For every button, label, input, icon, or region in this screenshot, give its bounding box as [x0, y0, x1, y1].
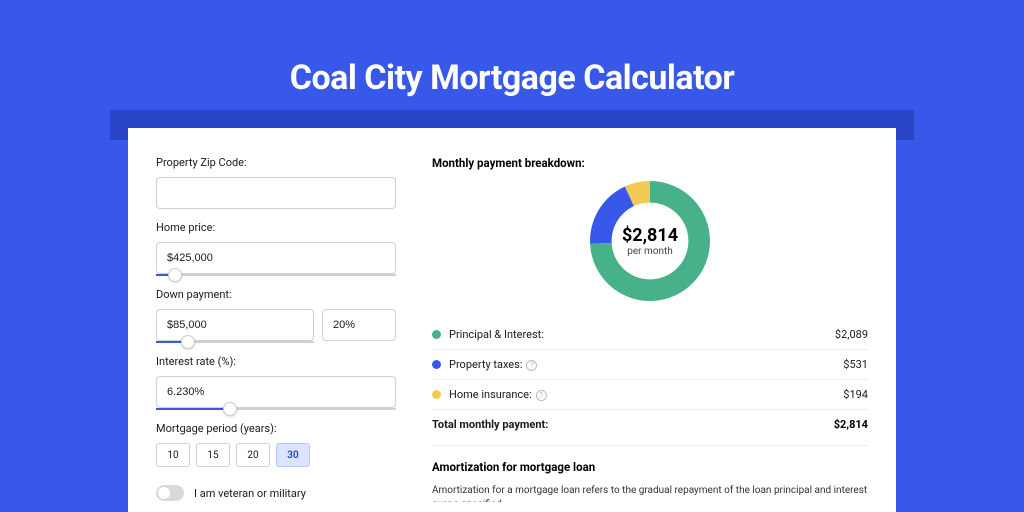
legend-dot — [432, 390, 441, 399]
home-price-slider[interactable] — [156, 274, 396, 276]
breakdown-title: Monthly payment breakdown: — [432, 156, 868, 170]
total-row: Total monthly payment: $2,814 — [432, 409, 868, 439]
zip-label: Property Zip Code: — [156, 156, 396, 169]
interest-rate-slider-fill — [156, 408, 230, 410]
line-item-label: Home insurance:? — [449, 388, 843, 401]
total-value: $2,814 — [834, 418, 868, 431]
total-label: Total monthly payment: — [432, 418, 834, 431]
legend-dot — [432, 360, 441, 369]
period-option-30[interactable]: 30 — [276, 443, 310, 467]
amortization-section: Amortization for mortgage loan Amortizat… — [432, 445, 868, 502]
home-price-field: Home price: — [156, 221, 396, 276]
zip-field: Property Zip Code: — [156, 156, 396, 209]
line-item-value: $531 — [843, 358, 868, 371]
amortization-title: Amortization for mortgage loan — [432, 460, 868, 474]
donut-sub: per month — [627, 246, 673, 257]
mortgage-period-label: Mortgage period (years): — [156, 422, 396, 435]
line-item-pi: Principal & Interest:$2,089 — [432, 320, 868, 349]
calculator-card: Property Zip Code: Home price: Down paym… — [128, 128, 896, 512]
breakdown-donut: $2,814 per month — [585, 176, 715, 306]
veteran-toggle[interactable] — [156, 485, 184, 501]
down-payment-slider-handle[interactable] — [181, 335, 195, 349]
interest-rate-field: Interest rate (%): — [156, 355, 396, 410]
down-payment-slider[interactable] — [156, 341, 314, 343]
down-payment-label: Down payment: — [156, 288, 396, 301]
veteran-toggle-label: I am veteran or military — [194, 487, 306, 500]
home-price-label: Home price: — [156, 221, 396, 234]
down-payment-field: Down payment: — [156, 288, 396, 343]
info-icon[interactable]: ? — [526, 360, 537, 371]
home-price-input[interactable] — [156, 242, 396, 274]
line-item-ins: Home insurance:?$194 — [432, 379, 868, 409]
veteran-toggle-row: I am veteran or military — [156, 485, 396, 501]
down-payment-amount-input[interactable] — [156, 309, 314, 341]
interest-rate-slider-handle[interactable] — [223, 402, 237, 416]
veteran-toggle-knob — [158, 487, 170, 499]
info-icon[interactable]: ? — [536, 390, 547, 401]
donut-center: $2,814 per month — [585, 176, 715, 306]
inputs-column: Property Zip Code: Home price: Down paym… — [156, 156, 396, 512]
line-item-label: Property taxes:? — [449, 358, 843, 371]
line-item-value: $2,089 — [835, 328, 868, 341]
interest-rate-slider[interactable] — [156, 408, 396, 410]
breakdown-list: Principal & Interest:$2,089Property taxe… — [432, 320, 868, 409]
interest-rate-label: Interest rate (%): — [156, 355, 396, 368]
period-option-15[interactable]: 15 — [196, 443, 230, 467]
home-price-slider-handle[interactable] — [168, 268, 182, 282]
zip-input[interactable] — [156, 177, 396, 209]
interest-rate-input[interactable] — [156, 376, 396, 408]
period-option-20[interactable]: 20 — [236, 443, 270, 467]
line-item-label: Principal & Interest: — [449, 328, 835, 341]
page-title: Coal City Mortgage Calculator — [0, 0, 1024, 98]
donut-amount: $2,814 — [622, 225, 678, 246]
amortization-body: Amortization for a mortgage loan refers … — [432, 484, 868, 502]
line-item-tax: Property taxes:?$531 — [432, 349, 868, 379]
legend-dot — [432, 330, 441, 339]
line-item-value: $194 — [843, 388, 868, 401]
mortgage-period-field: Mortgage period (years): 10152030 — [156, 422, 396, 467]
mortgage-period-options: 10152030 — [156, 443, 396, 467]
down-payment-percent-input[interactable] — [322, 309, 396, 341]
period-option-10[interactable]: 10 — [156, 443, 190, 467]
breakdown-column: Monthly payment breakdown: $2,814 per mo… — [432, 156, 868, 512]
